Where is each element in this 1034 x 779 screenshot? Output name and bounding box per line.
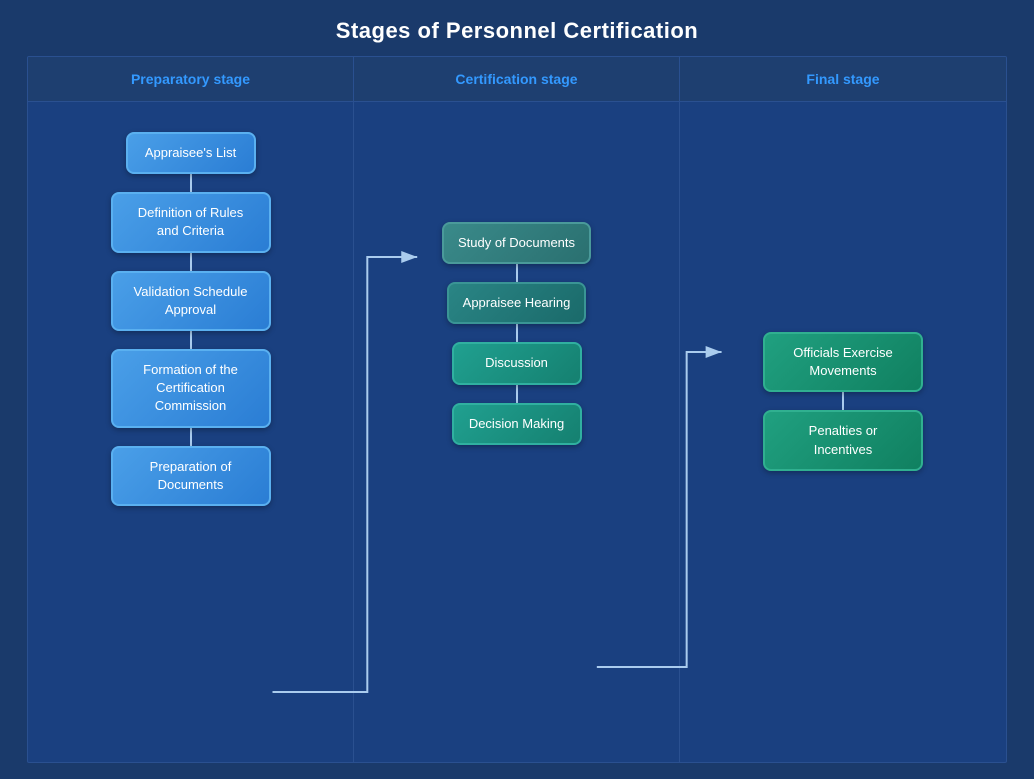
spacer7 bbox=[511, 385, 523, 403]
decision-making-node: Decision Making bbox=[452, 403, 582, 445]
preparatory-col: Appraisee's List Definition of Rules and… bbox=[28, 102, 354, 762]
certification-commission-node: Formation of the Certification Commissio… bbox=[111, 349, 271, 428]
stage-headers: Preparatory stage Certification stage Fi… bbox=[28, 57, 1006, 102]
rules-criteria-node: Definition of Rules and Criteria bbox=[111, 192, 271, 252]
preparatory-stage-header: Preparatory stage bbox=[28, 57, 354, 101]
stage-content: Appraisee's List Definition of Rules and… bbox=[28, 102, 1006, 762]
diagram-container: Preparatory stage Certification stage Fi… bbox=[27, 56, 1007, 763]
preparation-docs-node: Preparation of Documents bbox=[111, 446, 271, 506]
spacer2 bbox=[185, 253, 197, 271]
final-stage-header: Final stage bbox=[680, 57, 1006, 101]
spacer5 bbox=[511, 264, 523, 282]
certification-col: Study of Documents Appraisee Hearing Dis… bbox=[354, 102, 680, 762]
spacer1 bbox=[185, 174, 197, 192]
spacer8 bbox=[837, 392, 849, 410]
study-documents-node: Study of Documents bbox=[442, 222, 591, 264]
spacer3 bbox=[185, 331, 197, 349]
discussion-node: Discussion bbox=[452, 342, 582, 384]
appraisees-list-node: Appraisee's List bbox=[126, 132, 256, 174]
final-col: Officials Exercise Movements Penalties o… bbox=[680, 102, 1006, 762]
certification-stage-header: Certification stage bbox=[354, 57, 680, 101]
penalties-incentives-node: Penalties or Incentives bbox=[763, 410, 923, 470]
validation-schedule-node: Validation Schedule Approval bbox=[111, 271, 271, 331]
appraisee-hearing-node: Appraisee Hearing bbox=[447, 282, 587, 324]
spacer4 bbox=[185, 428, 197, 446]
spacer6 bbox=[511, 324, 523, 342]
officials-exercise-node: Officials Exercise Movements bbox=[763, 332, 923, 392]
page-title: Stages of Personnel Certification bbox=[336, 0, 698, 56]
